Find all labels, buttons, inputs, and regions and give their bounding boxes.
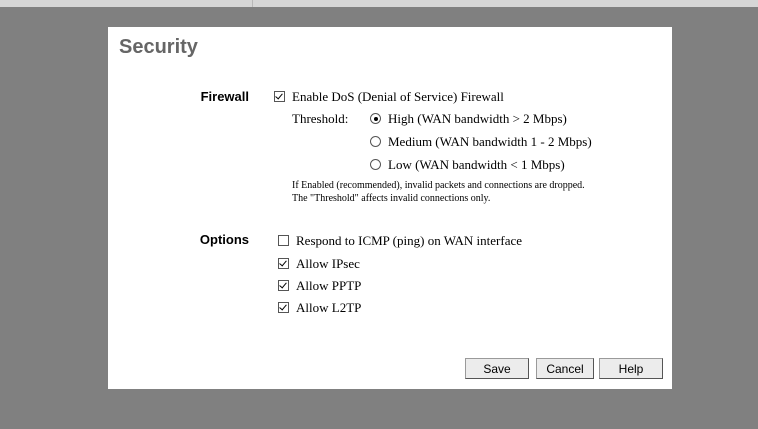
security-panel: Security Firewall Enable DoS (Denial of … (108, 27, 672, 389)
top-bar-divider (252, 0, 253, 7)
threshold-option-low[interactable]: Low (WAN bandwidth < 1 Mbps) (370, 157, 565, 173)
option-ipsec-row[interactable]: Allow IPsec (278, 256, 360, 272)
options-section-label: Options (199, 232, 249, 247)
enable-dos-checkbox[interactable] (274, 91, 285, 102)
pptp-label: Allow PPTP (296, 278, 362, 293)
ipsec-label: Allow IPsec (296, 256, 360, 271)
pptp-checkbox[interactable] (278, 280, 289, 291)
threshold-low-radio[interactable] (370, 159, 381, 170)
threshold-medium-radio[interactable] (370, 136, 381, 147)
threshold-high-label: High (WAN bandwidth > 2 Mbps) (388, 111, 567, 126)
l2tp-checkbox[interactable] (278, 302, 289, 313)
threshold-high-radio[interactable] (370, 113, 381, 124)
firewall-section-label: Firewall (200, 89, 249, 104)
threshold-label: Threshold: (292, 111, 349, 126)
icmp-label: Respond to ICMP (ping) on WAN interface (296, 233, 523, 248)
icmp-checkbox[interactable] (278, 235, 289, 246)
l2tp-label: Allow L2TP (296, 300, 362, 315)
option-pptp-row[interactable]: Allow PPTP (278, 278, 361, 294)
enable-dos-label: Enable DoS (Denial of Service) Firewall (292, 89, 504, 104)
threshold-medium-label: Medium (WAN bandwidth 1 - 2 Mbps) (388, 134, 592, 149)
cancel-button[interactable]: Cancel (536, 358, 594, 379)
threshold-option-high[interactable]: High (WAN bandwidth > 2 Mbps) (370, 111, 567, 127)
firewall-note-line1: If Enabled (recommended), invalid packet… (292, 180, 585, 191)
ipsec-checkbox[interactable] (278, 258, 289, 269)
enable-dos-checkbox-row[interactable]: Enable DoS (Denial of Service) Firewall (274, 89, 504, 105)
option-l2tp-row[interactable]: Allow L2TP (278, 300, 361, 316)
page-title: Security (119, 36, 198, 58)
threshold-low-label: Low (WAN bandwidth < 1 Mbps) (388, 157, 565, 172)
top-bar (0, 0, 758, 7)
option-icmp-row[interactable]: Respond to ICMP (ping) on WAN interface (278, 233, 522, 249)
threshold-option-medium[interactable]: Medium (WAN bandwidth 1 - 2 Mbps) (370, 134, 592, 150)
firewall-note-line2: The "Threshold" affects invalid connecti… (292, 193, 491, 204)
save-button[interactable]: Save (465, 358, 529, 379)
help-button[interactable]: Help (599, 358, 663, 379)
